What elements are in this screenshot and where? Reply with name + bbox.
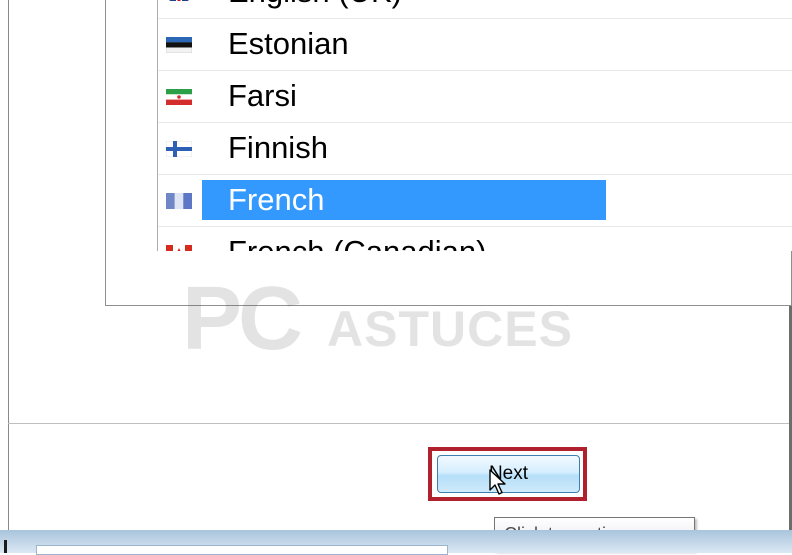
- france-flag-icon: [166, 193, 192, 209]
- uk-flag-icon: [166, 0, 192, 1]
- list-item-label: Finnish: [228, 130, 328, 165]
- list-item-label: English (UK): [208, 0, 408, 12]
- list-item-french[interactable]: French: [158, 174, 792, 227]
- list-item-finnish[interactable]: Finnish: [158, 122, 792, 175]
- language-listbox[interactable]: English (UK) Estonian Farsi Finnish Fren: [157, 0, 792, 251]
- taskbar-strip: [0, 530, 792, 555]
- list-item-estonian[interactable]: Estonian: [158, 18, 792, 71]
- list-item-english-uk[interactable]: English (UK): [158, 0, 792, 19]
- footer-divider: [8, 423, 789, 424]
- list-item-farsi[interactable]: Farsi: [158, 70, 792, 123]
- taskbar-panel: [36, 545, 448, 555]
- watermark-astuces-text: ASTUCES: [327, 301, 573, 357]
- iran-flag-icon: [166, 89, 192, 105]
- next-button[interactable]: Next: [437, 455, 580, 493]
- estonia-flag-icon: [166, 37, 192, 53]
- installer-window: English (UK) Estonian Farsi Finnish Fren: [0, 0, 792, 555]
- list-item-french-canadian[interactable]: French (Canadian): [158, 226, 792, 251]
- list-item-label: French: [202, 180, 606, 220]
- list-item-label: Estonian: [228, 26, 349, 61]
- list-item-label: French (Canadian): [208, 232, 492, 251]
- window-left-border: [0, 0, 9, 530]
- finland-flag-icon: [166, 141, 192, 157]
- taskbar-edge: [4, 540, 7, 553]
- canada-flag-icon: [166, 245, 192, 251]
- list-item-label: Farsi: [228, 78, 297, 113]
